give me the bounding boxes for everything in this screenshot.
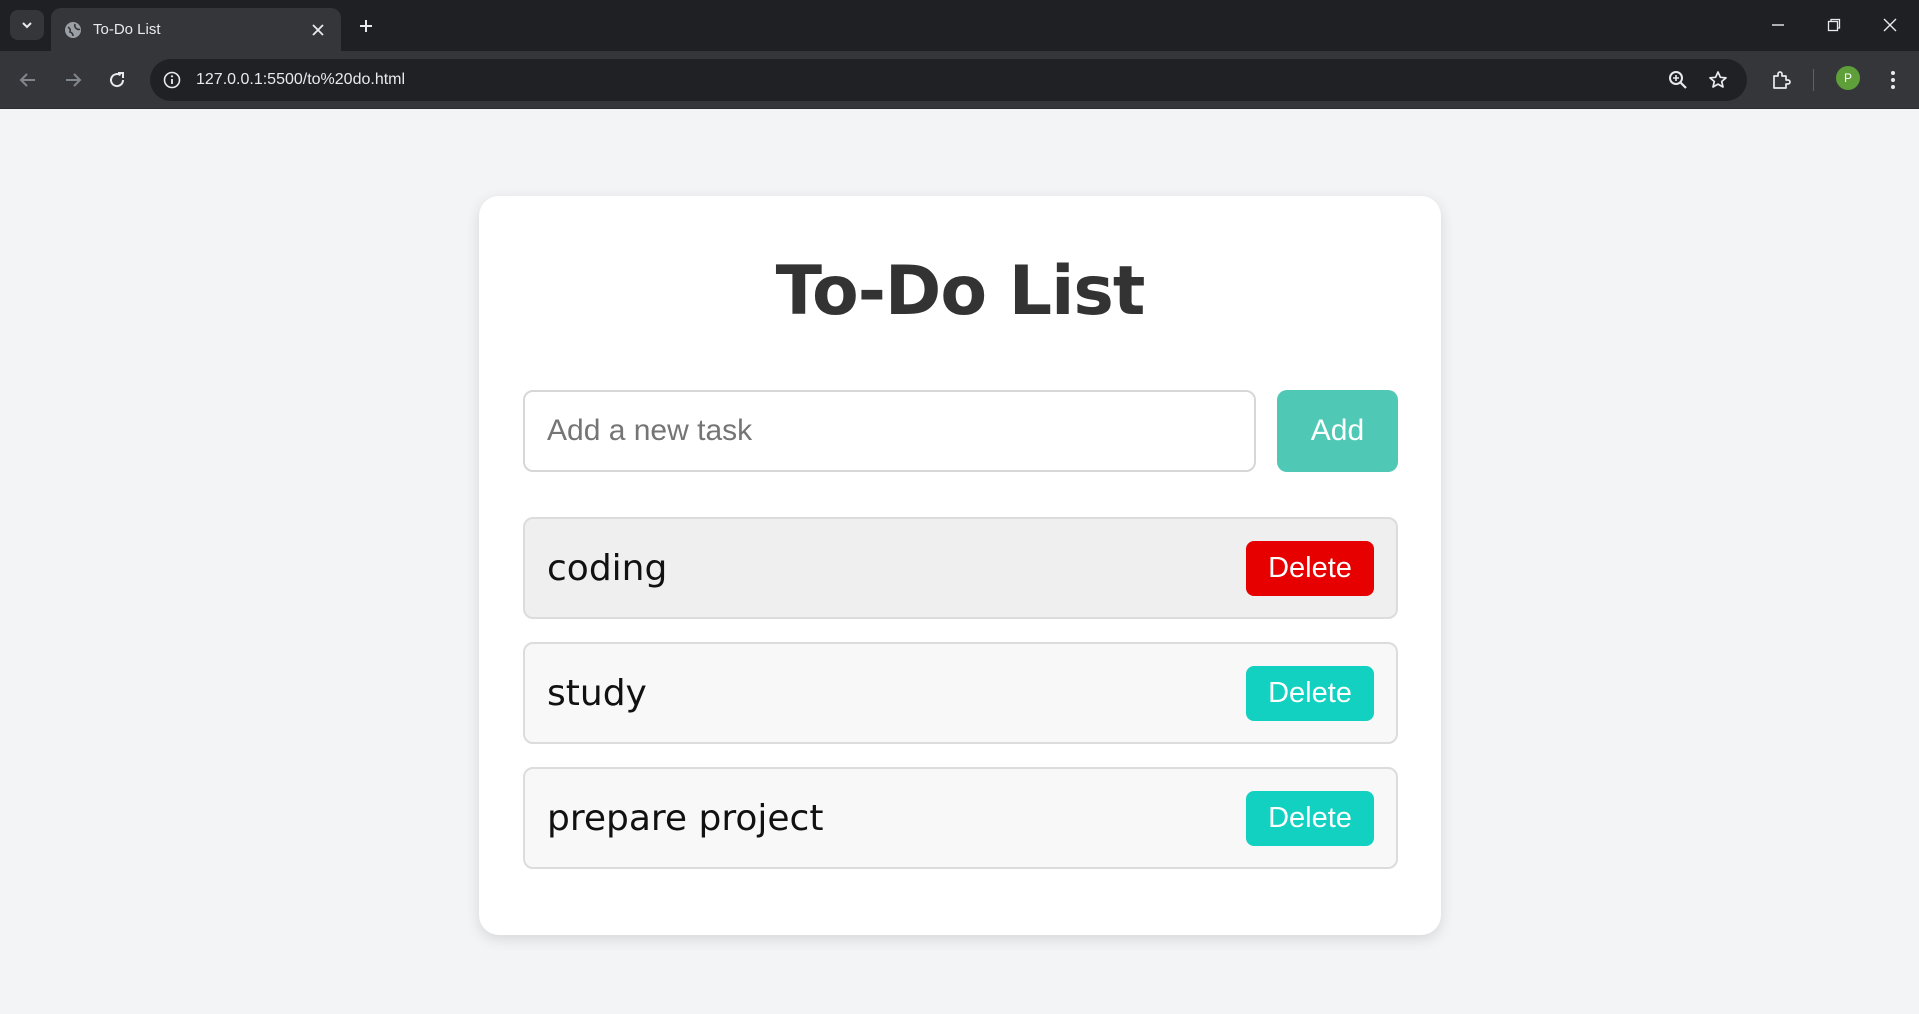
browser-tab[interactable]: To-Do List bbox=[51, 8, 341, 51]
tab-search-button[interactable] bbox=[10, 10, 44, 40]
extensions-button[interactable] bbox=[1764, 63, 1798, 97]
task-item[interactable]: prepare project Delete bbox=[523, 767, 1398, 869]
tab-title: To-Do List bbox=[93, 21, 161, 38]
url-text: 127.0.0.1:5500/to%20do.html bbox=[196, 71, 406, 88]
task-text: coding bbox=[547, 547, 668, 589]
minimize-button[interactable] bbox=[1756, 8, 1800, 42]
toolbar-divider bbox=[1813, 69, 1814, 91]
browser-toolbar: 127.0.0.1:5500/to%20do.html bbox=[0, 51, 1919, 109]
restore-icon bbox=[1827, 18, 1841, 32]
bookmark-star-icon[interactable] bbox=[1700, 62, 1736, 98]
puzzle-icon bbox=[1773, 71, 1791, 89]
close-window-button[interactable] bbox=[1868, 8, 1912, 42]
add-task-button[interactable]: Add bbox=[1277, 390, 1398, 472]
task-text: prepare project bbox=[547, 797, 824, 839]
back-button[interactable] bbox=[11, 63, 45, 97]
new-tab-button[interactable] bbox=[352, 12, 380, 40]
delete-task-button[interactable]: Delete bbox=[1246, 790, 1374, 846]
page-title: To-Do List bbox=[775, 252, 1146, 331]
arrow-right-icon bbox=[66, 73, 82, 87]
todo-card: To-Do List Add coding Delete study Delet… bbox=[479, 196, 1441, 935]
chevron-down-icon bbox=[22, 22, 32, 29]
close-tab-icon[interactable] bbox=[307, 19, 329, 41]
reload-button[interactable] bbox=[100, 63, 134, 97]
globe-icon bbox=[63, 20, 83, 40]
task-item[interactable]: coding Delete bbox=[523, 517, 1398, 619]
task-list: coding Delete study Delete prepare proje… bbox=[523, 517, 1398, 892]
close-icon bbox=[1883, 18, 1897, 32]
forward-button[interactable] bbox=[56, 63, 90, 97]
page-viewport: To-Do List Add coding Delete study Delet… bbox=[0, 109, 1919, 1014]
task-text: study bbox=[547, 672, 647, 714]
profile-avatar[interactable]: P bbox=[1836, 66, 1860, 90]
task-item[interactable]: study Delete bbox=[523, 642, 1398, 744]
new-task-input[interactable] bbox=[523, 390, 1256, 472]
reload-icon bbox=[110, 72, 125, 88]
restore-button[interactable] bbox=[1812, 8, 1856, 42]
minimize-icon bbox=[1772, 24, 1784, 26]
more-vertical-icon bbox=[1891, 71, 1895, 89]
menu-button[interactable] bbox=[1876, 63, 1910, 97]
address-bar[interactable]: 127.0.0.1:5500/to%20do.html bbox=[150, 59, 1747, 101]
delete-task-button[interactable]: Delete bbox=[1246, 540, 1374, 596]
site-info-icon[interactable] bbox=[154, 62, 190, 98]
arrow-left-icon bbox=[19, 73, 35, 87]
browser-tab-bar: To-Do List bbox=[0, 0, 1919, 51]
delete-task-button[interactable]: Delete bbox=[1246, 665, 1374, 721]
zoom-icon[interactable] bbox=[1660, 62, 1696, 98]
plus-icon bbox=[360, 20, 372, 32]
